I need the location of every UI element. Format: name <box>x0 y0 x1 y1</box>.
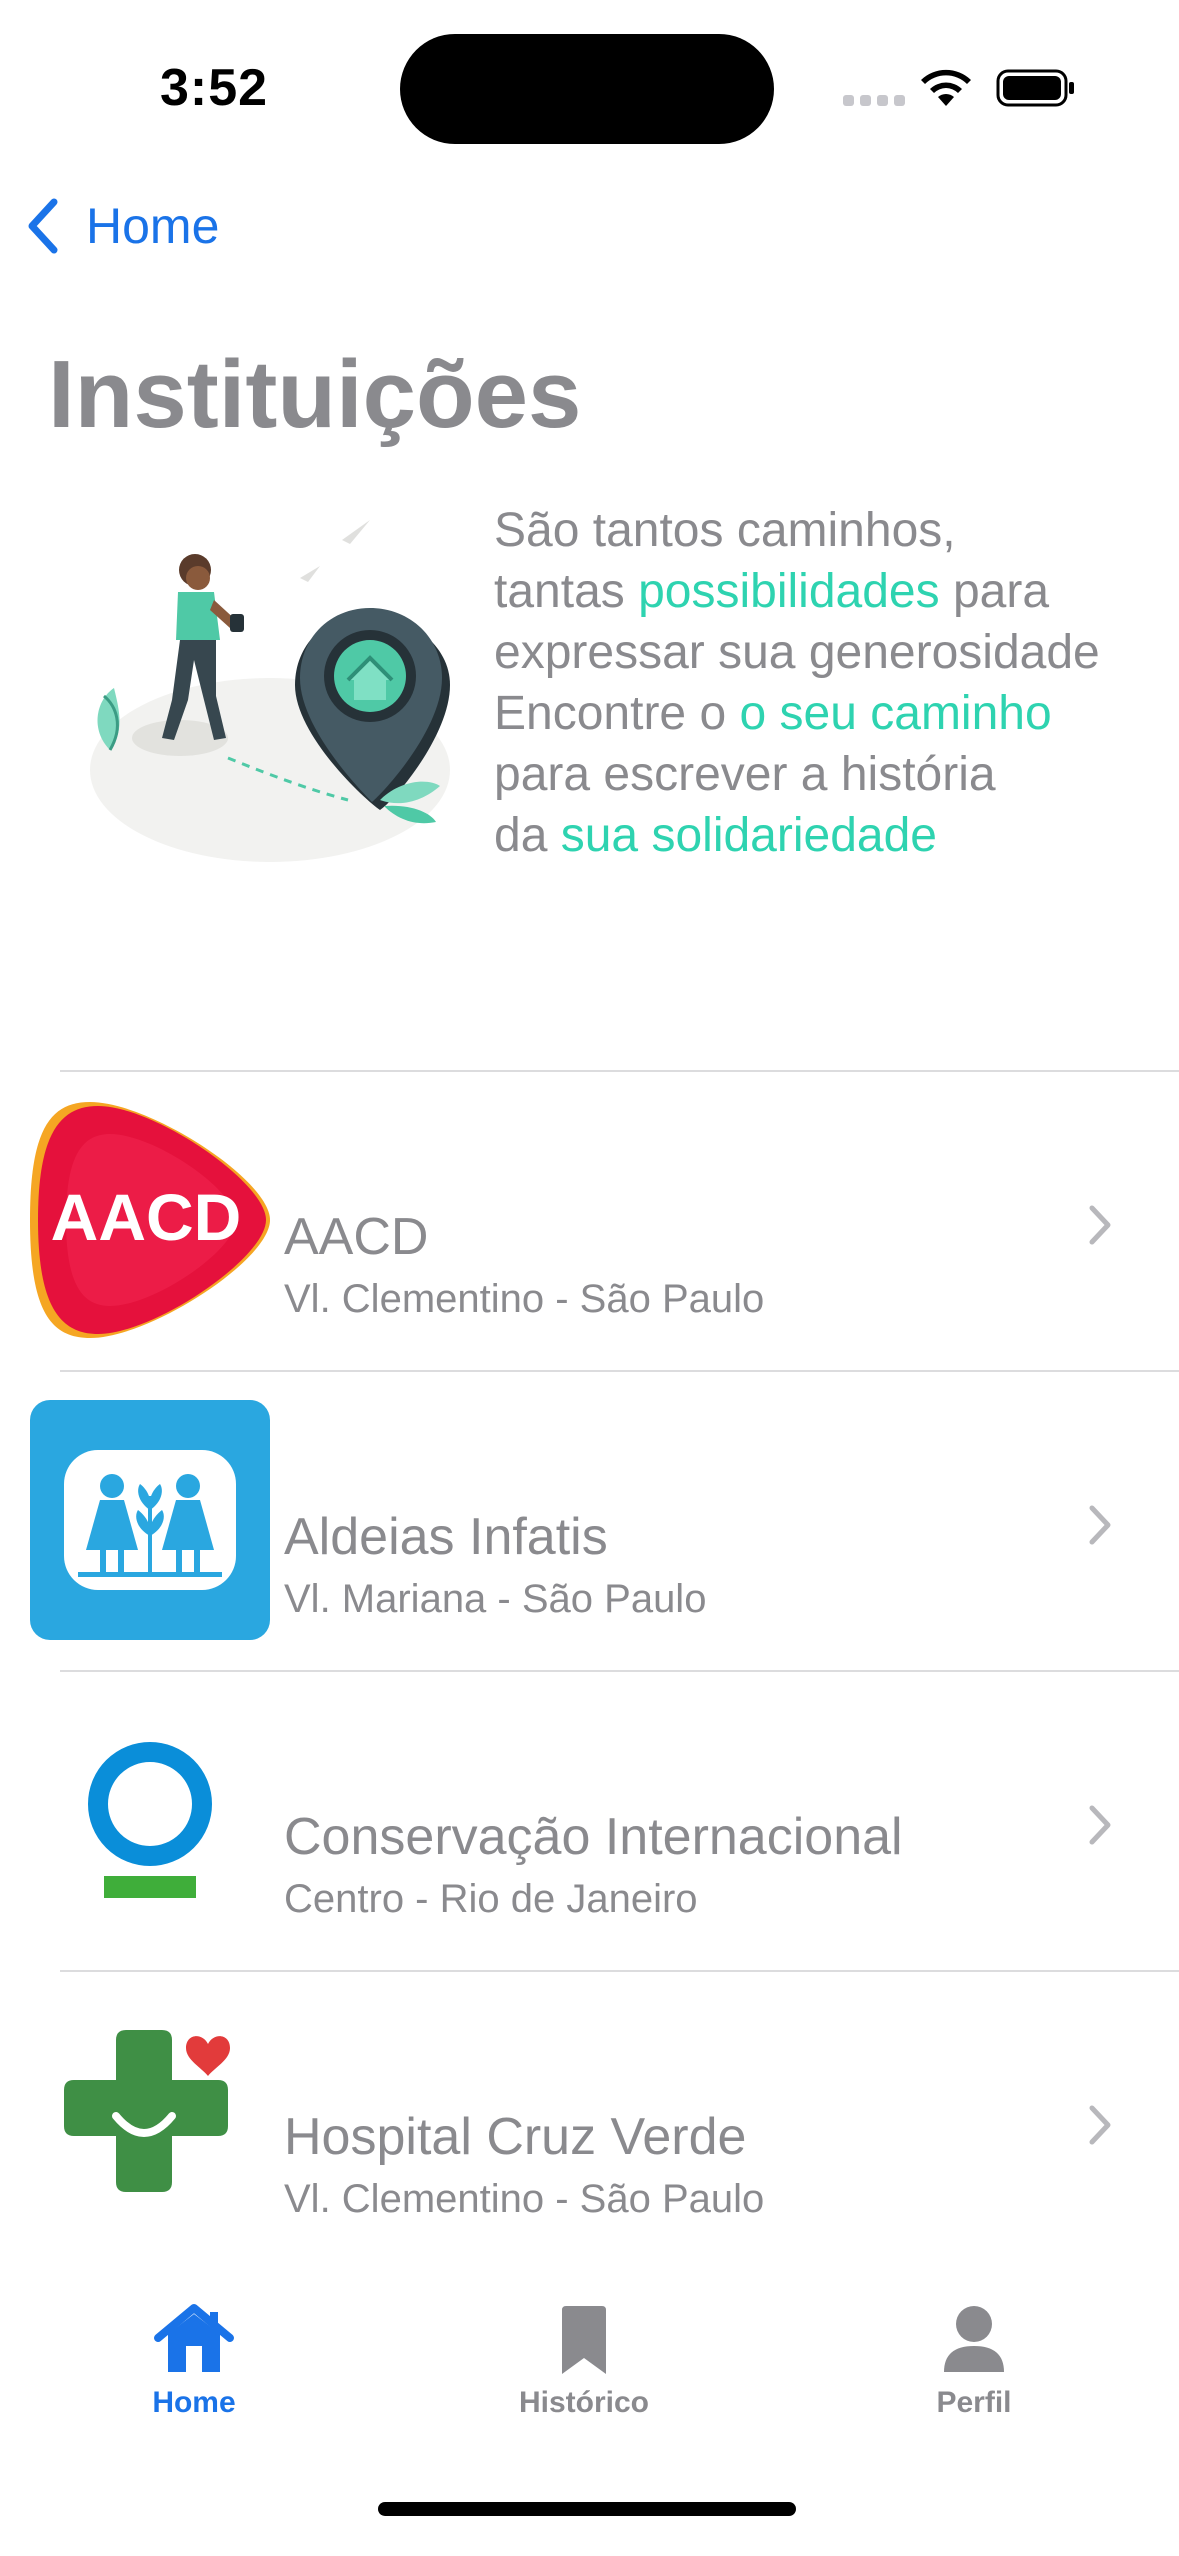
hero-line-5: para escrever a história <box>494 748 996 801</box>
institution-row-conservacao[interactable]: Conservação Internacional Centro - Rio d… <box>0 1672 1179 1970</box>
tab-perfil-label: Perfil <box>936 2386 1012 2419</box>
hero-highlight-solidariedade: sua solidariedade <box>560 809 937 862</box>
status-time: 3:52 <box>160 59 269 117</box>
cellular-signal-icon <box>843 95 905 106</box>
chevron-right-icon <box>1089 1205 1111 1245</box>
hero-line-1: São tantos caminhos, <box>494 504 956 557</box>
hero-line-2: tantas possibilidades para <box>494 565 1050 618</box>
tab-home[interactable]: Home <box>74 2302 314 2420</box>
hero-line-4: Encontre o o seu caminho <box>494 687 1052 740</box>
bookmark-icon <box>562 2306 606 2374</box>
hero-highlight-caminho: o seu caminho <box>739 687 1052 740</box>
aldeias-logo-icon <box>30 1400 270 1640</box>
dynamic-island <box>400 34 774 144</box>
institution-name: Aldeias Infatis <box>284 1508 608 1566</box>
hero-line-6: da sua solidariedade <box>494 809 937 862</box>
home-indicator <box>378 2502 796 2516</box>
cruz-verde-logo-icon <box>64 2030 230 2192</box>
map-pin-illustration <box>90 520 450 862</box>
hero-highlight-possibilidades: possibilidades <box>638 565 940 618</box>
chevron-right-icon <box>1089 1505 1111 1545</box>
screen: 3:52 Home Instituições São tantos caminh… <box>0 0 1179 2556</box>
chevron-right-icon <box>1089 2105 1111 2145</box>
aacd-logo-text: AACD <box>51 1180 242 1254</box>
wifi-icon <box>921 69 971 106</box>
institution-location: Centro - Rio de Janeiro <box>284 1877 698 1921</box>
institution-location: Vl. Clementino - São Paulo <box>284 1277 765 1321</box>
tab-historico[interactable]: Histórico <box>464 2302 704 2420</box>
institution-name: Conservação Internacional <box>284 1808 903 1866</box>
person-icon <box>944 2306 1004 2372</box>
back-button[interactable]: Home <box>24 196 219 256</box>
tab-home-label: Home <box>152 2386 236 2419</box>
institution-location: Vl. Mariana - São Paulo <box>284 1577 707 1621</box>
institution-row-aacd[interactable]: AACD AACD Vl. Clementino - São Paulo <box>0 1072 1179 1370</box>
chevron-left-icon <box>28 198 58 254</box>
chevron-right-icon <box>1089 1805 1111 1845</box>
tab-perfil[interactable]: Perfil <box>854 2302 1094 2420</box>
house-icon <box>154 2304 234 2372</box>
institution-location: Vl. Clementino - São Paulo <box>284 2177 765 2221</box>
battery-icon <box>996 69 1074 107</box>
conservacao-logo-icon <box>88 1742 212 1898</box>
institution-name: AACD <box>284 1208 429 1266</box>
hero-line-3: expressar sua generosidade <box>494 626 1100 679</box>
aacd-logo-icon: AACD <box>30 1102 270 1338</box>
institution-row-cruz-verde[interactable]: Hospital Cruz Verde Vl. Clementino - São… <box>0 1972 1179 2270</box>
hero-text: São tantos caminhos, tantas possibilidad… <box>494 500 1164 866</box>
institution-row-aldeias[interactable]: Aldeias Infatis Vl. Mariana - São Paulo <box>0 1372 1179 1670</box>
institution-name: Hospital Cruz Verde <box>284 2108 747 2166</box>
page-title: Instituições <box>48 341 582 448</box>
back-button-label: Home <box>86 198 220 254</box>
tab-historico-label: Histórico <box>518 2386 650 2419</box>
